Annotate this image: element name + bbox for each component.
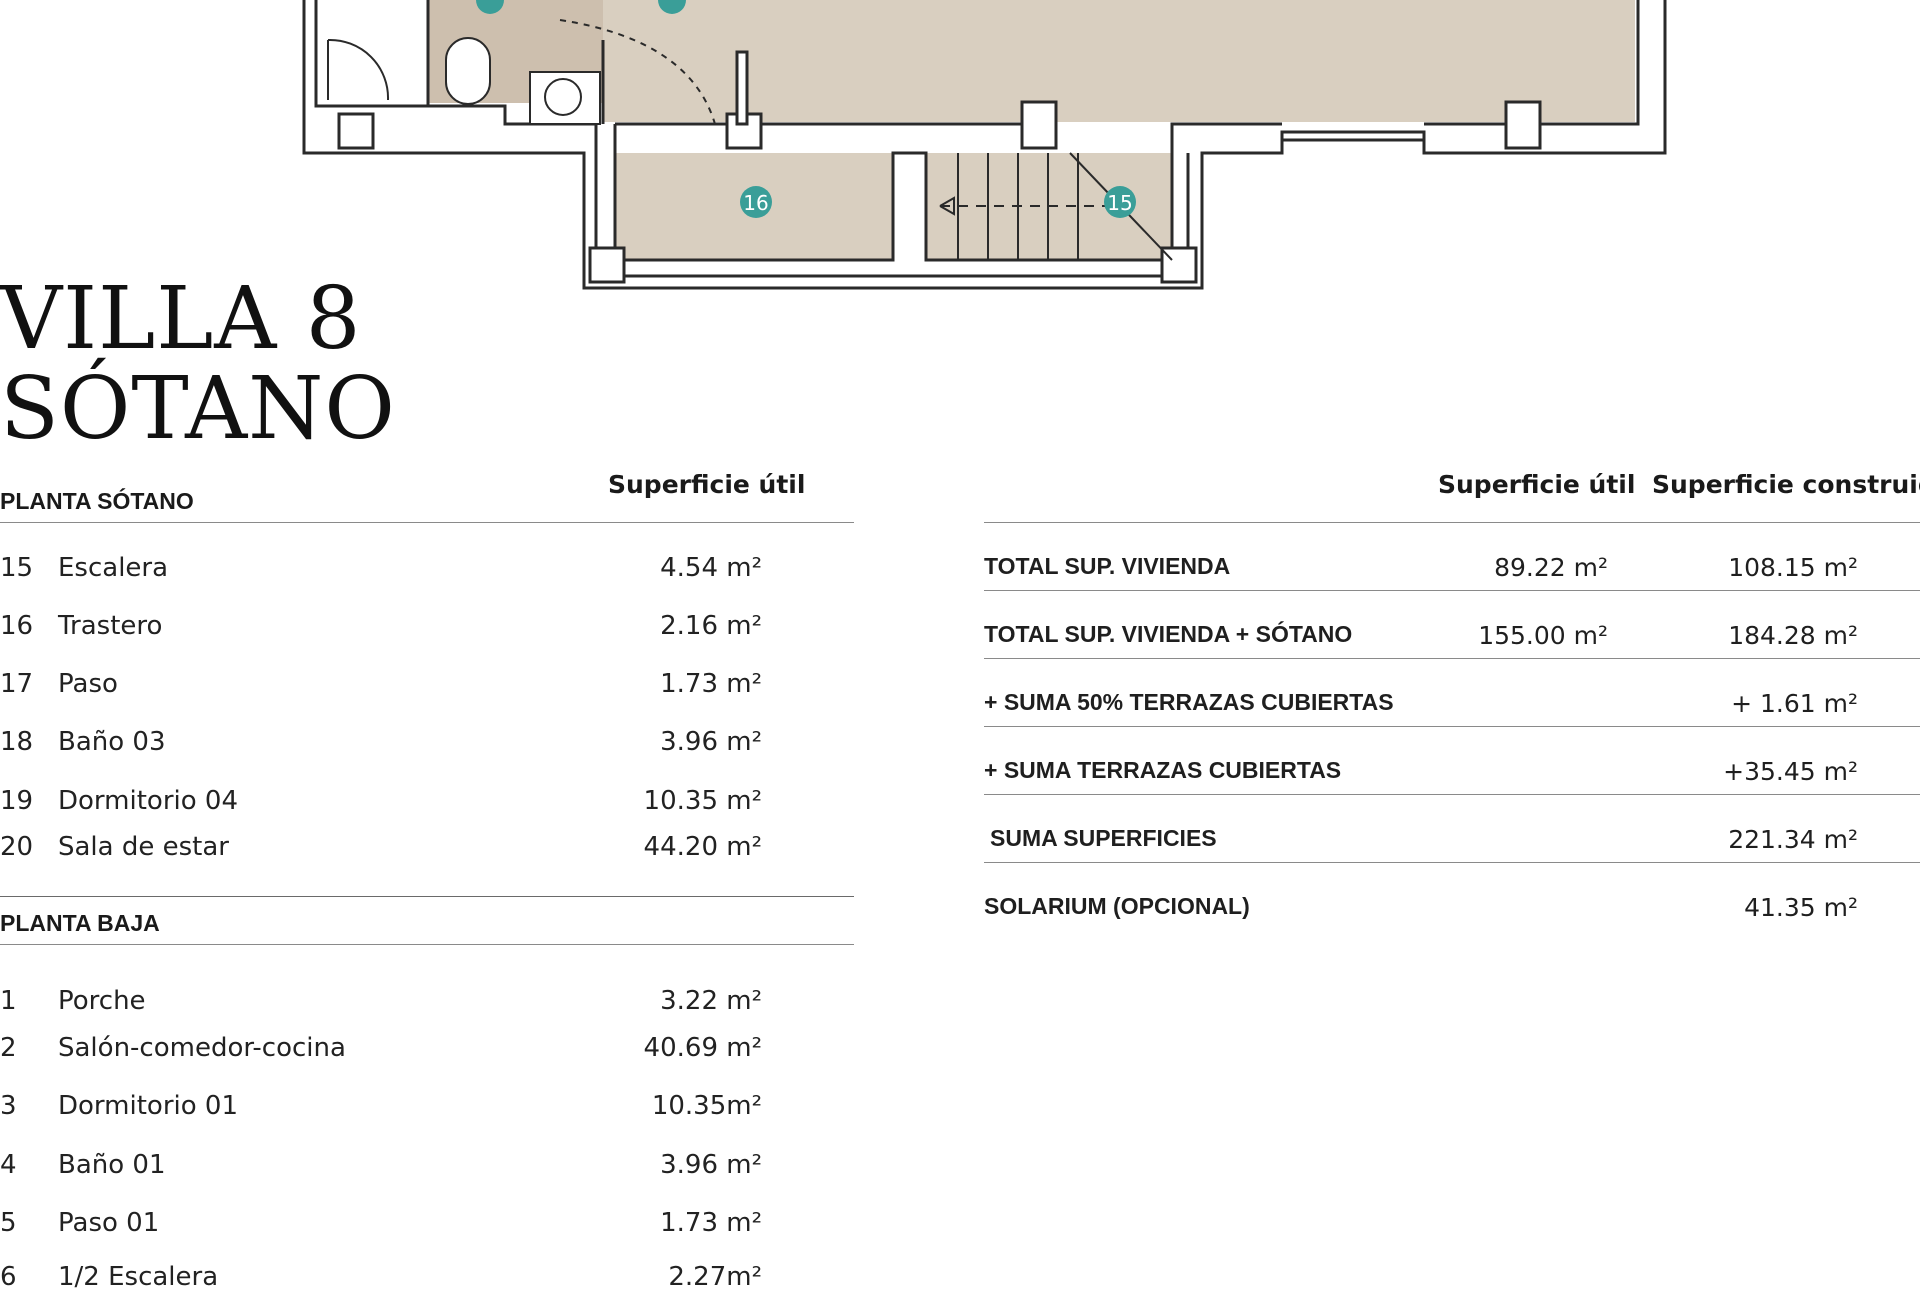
basement-divider — [0, 522, 854, 523]
room-name: Paso 01 — [58, 1208, 160, 1238]
totals-divider — [984, 590, 1920, 591]
total-construida: 41.35 m² — [1744, 893, 1858, 922]
total-construida: 108.15 m² — [1728, 553, 1858, 582]
basement-col-header: Superficie útil — [608, 470, 806, 499]
room-name: Salón-comedor-cocina — [58, 1033, 346, 1063]
room-number: 4 — [0, 1150, 17, 1180]
room-area: 4.54 m² — [660, 553, 762, 583]
room-number: 3 — [0, 1091, 17, 1121]
table-row: SUMA SUPERFICIES 221.34 m² — [984, 825, 1920, 859]
totals-col-construida: Superficie construida — [1652, 470, 1920, 499]
table-row: 3 Dormitorio 01 10.35m² — [0, 1091, 860, 1125]
room-number: 18 — [0, 727, 34, 757]
totals-divider — [984, 522, 1920, 523]
table-row: 1 Porche 3.22 m² — [0, 986, 860, 1020]
totals-divider — [984, 726, 1920, 727]
room-number: 1 — [0, 986, 17, 1016]
totals-col-util: Superficie útil — [1438, 470, 1636, 499]
room-area: 44.20 m² — [643, 832, 762, 862]
room-area: 3.96 m² — [660, 1150, 762, 1180]
room-name: Baño 01 — [58, 1150, 166, 1180]
room-area: 1.73 m² — [660, 669, 762, 699]
room-marker-16: 16 — [743, 191, 768, 215]
table-row: 16 Trastero 2.16 m² — [0, 611, 860, 645]
table-row: + SUMA 50% TERRAZAS CUBIERTAS + 1.61 m² — [984, 689, 1920, 723]
room-name: Dormitorio 01 — [58, 1091, 238, 1121]
table-row: 2 Salón-comedor-cocina 40.69 m² — [0, 1033, 860, 1067]
table-row: 18 Baño 03 3.96 m² — [0, 727, 860, 761]
room-name: Escalera — [58, 553, 169, 583]
ground-divider — [0, 944, 854, 945]
total-label: SOLARIUM (OPCIONAL) — [984, 893, 1250, 919]
room-area: 10.35m² — [651, 1091, 762, 1121]
room-number: 19 — [0, 786, 34, 816]
room-name: Baño 03 — [58, 727, 166, 757]
room-name: 1/2 Escalera — [58, 1262, 219, 1292]
section-divider — [0, 896, 854, 897]
total-util: 89.22 m² — [1494, 553, 1608, 582]
room-area: 2.27m² — [668, 1262, 762, 1292]
table-row: TOTAL SUP. VIVIENDA 89.22 m² 108.15 m² — [984, 553, 1920, 587]
table-row: 15 Escalera 4.54 m² — [0, 553, 860, 587]
room-name: Trastero — [58, 611, 163, 641]
total-label: + SUMA 50% TERRAZAS CUBIERTAS — [984, 689, 1394, 715]
room-area: 10.35 m² — [643, 786, 762, 816]
total-construida: + 1.61 m² — [1731, 689, 1858, 718]
room-area: 3.96 m² — [660, 727, 762, 757]
room-marker-15: 15 — [1107, 191, 1132, 215]
room-name: Porche — [58, 986, 146, 1016]
table-row: 6 1/2 Escalera 2.27m² — [0, 1262, 860, 1296]
table-row: SOLARIUM (OPCIONAL) 41.35 m² — [984, 893, 1920, 927]
totals-divider — [984, 794, 1920, 795]
total-label: TOTAL SUP. VIVIENDA + SÓTANO — [984, 621, 1353, 647]
total-construida: 221.34 m² — [1728, 825, 1858, 854]
villa-title: VILLA 8 — [0, 269, 362, 369]
total-label: TOTAL SUP. VIVIENDA — [984, 553, 1231, 579]
room-name: Paso — [58, 669, 118, 699]
room-number: 2 — [0, 1033, 17, 1063]
basement-heading: PLANTA SÓTANO — [0, 488, 194, 514]
room-area: 40.69 m² — [643, 1033, 762, 1063]
table-row: 4 Baño 01 3.96 m² — [0, 1150, 860, 1184]
table-row: TOTAL SUP. VIVIENDA + SÓTANO 155.00 m² 184… — [984, 621, 1920, 655]
room-area: 1.73 m² — [660, 1208, 762, 1238]
table-row: 19 Dormitorio 04 10.35 m² — [0, 786, 860, 820]
totals-divider — [984, 658, 1920, 659]
room-name: Dormitorio 04 — [58, 786, 238, 816]
total-construida: +35.45 m² — [1723, 757, 1858, 786]
table-row: + SUMA TERRAZAS CUBIERTAS +35.45 m² — [984, 757, 1920, 791]
table-row: 20 Sala de estar 44.20 m² — [0, 832, 860, 866]
room-number: 20 — [0, 832, 34, 862]
room-area: 2.16 m² — [660, 611, 762, 641]
total-label: SUMA SUPERFICIES — [990, 825, 1217, 851]
total-construida: 184.28 m² — [1728, 621, 1858, 650]
total-label: + SUMA TERRAZAS CUBIERTAS — [984, 757, 1342, 783]
room-number: 15 — [0, 553, 34, 583]
table-row: 5 Paso 01 1.73 m² — [0, 1208, 860, 1242]
floor-title: SÓTANO — [0, 359, 396, 459]
floor-plan: 16 15 — [302, 0, 1667, 290]
room-number: 6 — [0, 1262, 17, 1292]
room-area: 3.22 m² — [660, 986, 762, 1016]
room-number: 17 — [0, 669, 34, 699]
ground-heading: PLANTA BAJA — [0, 910, 160, 936]
room-number: 16 — [0, 611, 34, 641]
room-number: 5 — [0, 1208, 17, 1238]
room-name: Sala de estar — [58, 832, 229, 862]
totals-divider — [984, 862, 1920, 863]
total-util: 155.00 m² — [1478, 621, 1608, 650]
table-row: 17 Paso 1.73 m² — [0, 669, 860, 703]
